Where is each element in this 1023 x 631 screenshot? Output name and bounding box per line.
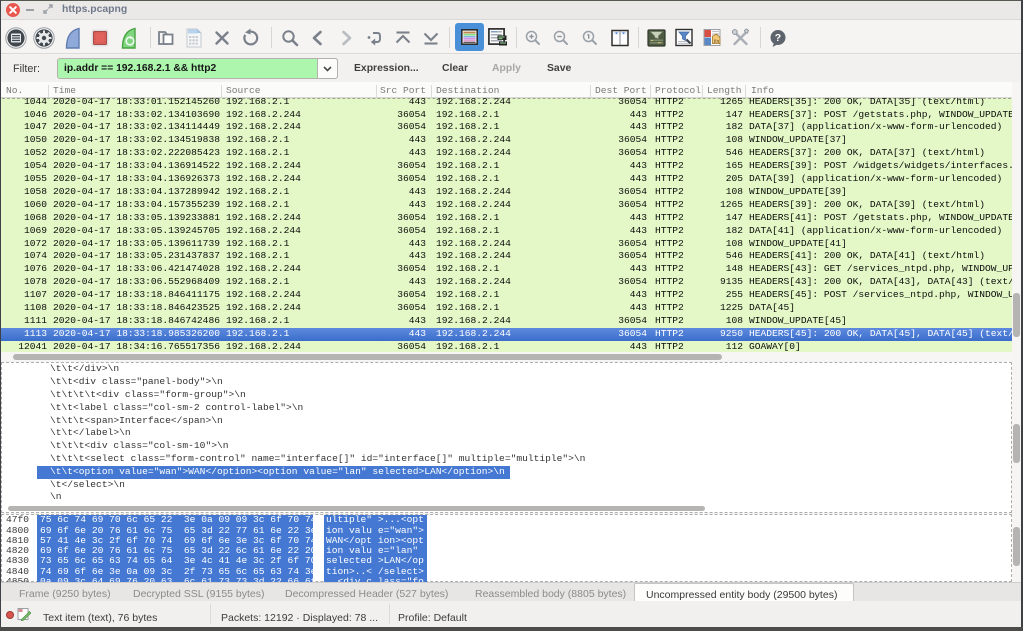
svg-text:?: ? (775, 32, 781, 44)
